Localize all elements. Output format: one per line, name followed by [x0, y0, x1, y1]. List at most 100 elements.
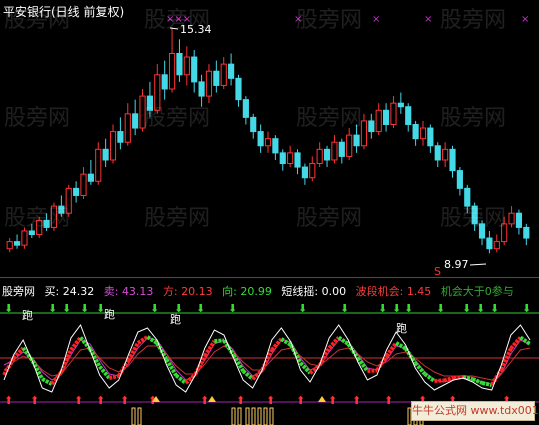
candle-body: [183, 56, 190, 76]
down-arrow-icon: ⬇: [462, 302, 471, 315]
indicator-name: 股旁网: [2, 285, 35, 298]
candle-body: [250, 116, 257, 133]
chart-window: 平安银行(日线 前复权) ××× × × × × 15.34 8.97 S 股旁…: [0, 0, 539, 425]
candle-body: [176, 52, 183, 76]
volume-tick-bar: [237, 407, 242, 425]
candle-body: [464, 187, 471, 207]
down-arrow-icon: ⬇: [298, 302, 307, 315]
volume-tick-bar: [251, 407, 256, 425]
up-arrow-icon: ⬆: [96, 394, 105, 407]
candle-body: [228, 63, 235, 79]
legend-item-wave: 波段机会: 1.45: [355, 285, 432, 298]
candlestick-layer: [6, 27, 530, 254]
candle-body: [257, 131, 264, 147]
candle-body: [28, 230, 35, 236]
candle-body: [515, 212, 523, 228]
trend-band: [184, 373, 197, 385]
volume-tick-bar: [131, 407, 136, 425]
candle-body: [449, 148, 456, 172]
candle-body: [360, 120, 368, 147]
candle-body: [486, 237, 493, 250]
down-arrow-icon: ⬇: [490, 302, 499, 315]
candle-body: [338, 141, 345, 157]
trend-band: [384, 341, 398, 358]
price-chart-pane[interactable]: ××× × × × × 15.34 8.97 S: [0, 0, 539, 278]
up-arrow-icon: ⬆: [328, 394, 337, 407]
up-arrow-icon: ⬆: [30, 394, 39, 407]
candle-body: [65, 187, 72, 214]
candle-body: [383, 109, 390, 125]
candle-body: [523, 226, 530, 239]
legend-item-short: 短线摇: 0.00: [281, 285, 347, 298]
volume-tick-bar: [257, 407, 262, 425]
candle-body: [279, 152, 286, 165]
legend-item-direction: 方: 20.13: [162, 285, 213, 298]
candle-body: [117, 131, 124, 143]
trend-band: [108, 374, 120, 380]
volume-tick-bar: [269, 407, 274, 425]
down-arrow-icon: ⬇: [404, 302, 413, 315]
candle-body: [191, 56, 198, 83]
candle-body: [397, 102, 404, 108]
candle-body: [287, 152, 294, 165]
candle-body: [168, 52, 176, 90]
legend-item-trend: 向: 20.99: [222, 285, 272, 298]
candle-body: [235, 77, 242, 101]
top-x-marker: ×: [521, 14, 529, 25]
candle-body: [478, 223, 486, 239]
candle-body: [390, 102, 397, 125]
candle-body: [80, 173, 87, 196]
candle-body: [58, 205, 65, 214]
candle-body: [456, 170, 463, 189]
down-arrow-icon: ⬇: [62, 302, 71, 315]
down-arrow-icon: ⬇: [378, 302, 387, 315]
candle-body: [242, 99, 249, 118]
down-arrow-icon: ⬇: [340, 302, 349, 315]
candle-body: [146, 95, 153, 111]
candle-body: [353, 134, 360, 147]
candle-body: [43, 219, 50, 228]
triangle-marker-icon: [318, 396, 326, 402]
candle-body: [294, 152, 301, 168]
down-arrow-icon: ⬇: [80, 302, 89, 315]
candle-body: [375, 109, 382, 133]
candle-body: [21, 230, 28, 246]
up-arrow-icon: ⬆: [236, 394, 245, 407]
candle-body: [309, 163, 316, 179]
candle-body: [434, 145, 441, 161]
trend-band: [434, 378, 445, 383]
down-arrow-icon: ⬇: [48, 302, 57, 315]
volume-tick-bar: [245, 407, 250, 425]
candle-body: [323, 148, 331, 161]
down-arrow-icon: ⬇: [392, 302, 401, 315]
candle-body: [301, 166, 308, 179]
candle-body: [493, 241, 500, 250]
top-x-marker: ×: [424, 14, 432, 25]
high-price-pointer: [169, 27, 179, 30]
run-label: 跑: [22, 308, 33, 322]
up-arrow-icon: ⬆: [296, 394, 305, 407]
candle-body: [95, 148, 102, 182]
down-arrow-icon: ⬇: [476, 302, 485, 315]
run-label: 跑: [396, 321, 407, 335]
candle-body: [6, 241, 13, 250]
indicator-legend: 股旁网 买: 24.32 卖: 43.13 方: 20.13 向: 20.99 …: [2, 283, 520, 299]
candle-body: [102, 148, 109, 161]
candle-body: [368, 120, 375, 133]
up-arrow-icon: ⬆: [120, 394, 129, 407]
up-arrow-icon: ⬆: [384, 394, 393, 407]
top-x-marker: ×: [372, 14, 380, 25]
low-price-pointer: [469, 263, 487, 266]
trend-band: [174, 373, 187, 385]
candle-body: [213, 70, 220, 86]
trend-band: [423, 372, 436, 383]
candle-body: [316, 148, 323, 165]
trend-band: [251, 368, 264, 381]
up-arrow-icon: ⬆: [266, 394, 275, 407]
up-arrow-icon: ⬆: [4, 394, 13, 407]
high-price-label: 15.34: [180, 23, 212, 36]
down-arrow-icon: ⬇: [4, 302, 13, 315]
up-arrow-icon: ⬆: [74, 394, 83, 407]
down-arrow-icon: ⬇: [436, 302, 445, 315]
candle-body: [13, 241, 21, 246]
